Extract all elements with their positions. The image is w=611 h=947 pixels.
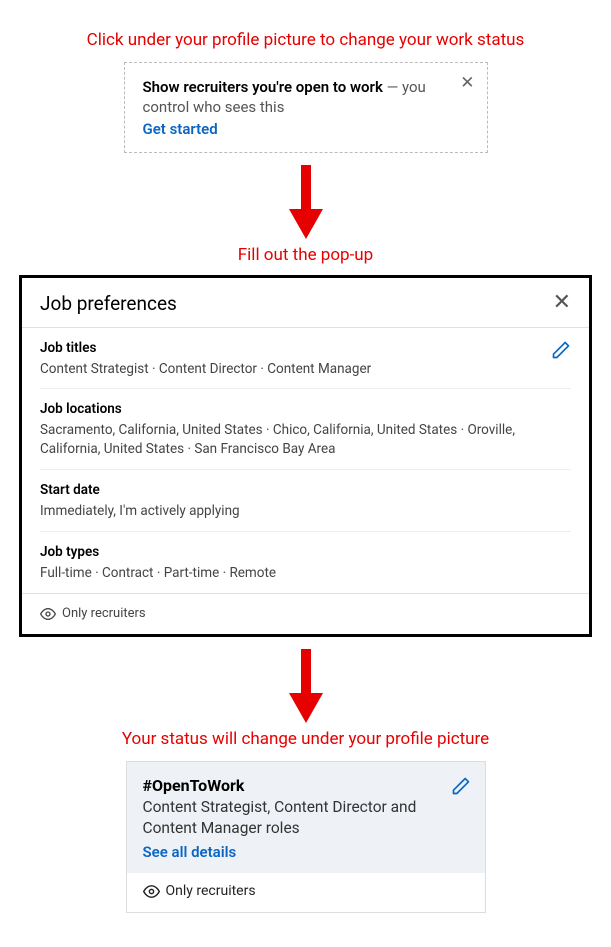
close-icon[interactable]: ✕ <box>553 292 571 314</box>
arrow-down-icon <box>289 649 323 723</box>
open-to-work-status-card: #OpenToWork Content Strategist, Content … <box>126 761 486 913</box>
instruction-step-1: Click under your profile picture to chan… <box>0 30 611 50</box>
instruction-step-2: Fill out the pop-up <box>0 245 611 265</box>
section-title-job-types: Job types <box>40 544 571 560</box>
status-card-footer: Only recruiters <box>127 873 485 912</box>
instruction-step-3: Your status will change under your profi… <box>0 729 611 749</box>
close-icon[interactable]: ✕ <box>460 73 474 93</box>
job-preferences-popup: Job preferences ✕ Job titles Content Str… <box>19 275 592 637</box>
pencil-icon[interactable] <box>451 776 471 800</box>
section-start-date: Start date Immediately, I'm actively app… <box>40 470 571 532</box>
status-card-top: #OpenToWork Content Strategist, Content … <box>127 762 485 873</box>
section-job-types: Job types Full-time · Contract · Part-ti… <box>40 532 571 593</box>
section-title-job-titles: Job titles <box>40 340 571 356</box>
section-title-start-date: Start date <box>40 482 571 498</box>
popup-header: Job preferences ✕ <box>22 278 589 328</box>
popup-footer-text: Only recruiters <box>62 606 146 621</box>
section-value-job-locations: Sacramento, California, United States · … <box>40 421 571 459</box>
arrow-down-1 <box>0 165 611 239</box>
popup-body: Job titles Content Strategist · Content … <box>22 328 589 593</box>
eye-icon <box>143 883 160 900</box>
promo-text: Show recruiters you're open to work — yo… <box>143 77 469 118</box>
status-description: Content Strategist, Content Director and… <box>143 797 469 839</box>
arrow-down-2 <box>0 649 611 723</box>
section-title-job-locations: Job locations <box>40 401 571 417</box>
status-hashtag: #OpenToWork <box>143 776 469 795</box>
status-footer-text: Only recruiters <box>166 883 256 899</box>
section-value-job-titles: Content Strategist · Content Director · … <box>40 360 571 379</box>
section-job-locations: Job locations Sacramento, California, Un… <box>40 389 571 470</box>
open-to-work-promo-card: ✕ Show recruiters you're open to work — … <box>124 62 488 153</box>
pencil-icon[interactable] <box>551 340 571 364</box>
popup-title: Job preferences <box>40 292 177 315</box>
section-job-titles: Job titles Content Strategist · Content … <box>40 328 571 390</box>
get-started-link[interactable]: Get started <box>143 120 469 138</box>
popup-footer: Only recruiters <box>22 593 589 634</box>
section-value-start-date: Immediately, I'm actively applying <box>40 502 571 521</box>
section-value-job-types: Full-time · Contract · Part-time · Remot… <box>40 564 571 583</box>
promo-bold: Show recruiters you're open to work <box>143 78 383 96</box>
arrow-down-icon <box>289 165 323 239</box>
see-all-details-link[interactable]: See all details <box>143 843 469 861</box>
eye-icon <box>40 606 56 622</box>
